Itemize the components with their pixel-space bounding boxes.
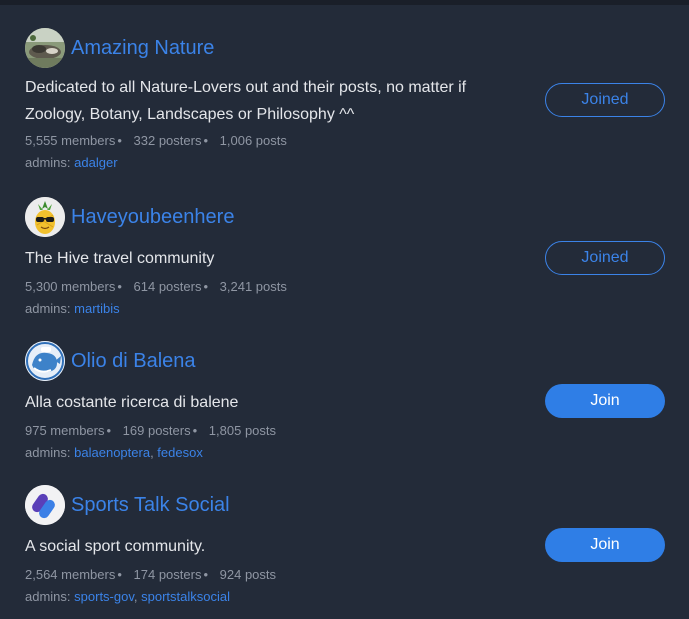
community-admins: admins: sports-gov, sportstalksocial <box>25 589 230 604</box>
joined-button[interactable]: Joined <box>545 83 665 117</box>
admins-label: admins: <box>25 589 71 604</box>
join-button[interactable]: Join <box>545 384 665 418</box>
join-button[interactable]: Join <box>545 528 665 562</box>
admin-link[interactable]: fedesox <box>157 445 203 460</box>
community-header: Amazing Nature <box>25 28 214 68</box>
posts-count: 924 posts <box>219 567 277 582</box>
community-card-haveyoubeenhere: Haveyoubeenhere The Hive travel communit… <box>0 197 689 317</box>
community-admins: admins: balaenoptera, fedesox <box>25 445 203 460</box>
community-title[interactable]: Olio di Balena <box>71 350 196 373</box>
admin-link[interactable]: sports-gov <box>74 589 134 604</box>
admins-label: admins: <box>25 155 71 170</box>
community-card-amazing-nature: Amazing Nature Dedicated to all Nature-L… <box>0 28 689 178</box>
posts-count: 3,241 posts <box>219 279 287 294</box>
admin-link[interactable]: balaenoptera <box>74 445 150 460</box>
community-description: The Hive travel community <box>25 250 215 267</box>
community-list: Amazing Nature Dedicated to all Nature-L… <box>0 5 689 619</box>
admins-label: admins: <box>25 445 71 460</box>
sports-talk-logo-icon[interactable] <box>25 485 65 525</box>
nature-photo-icon[interactable] <box>25 28 65 68</box>
posts-count: 1,805 posts <box>208 423 277 438</box>
community-header: Haveyoubeenhere <box>25 197 234 237</box>
community-card-sports-talk-social: Sports Talk Social A social sport commun… <box>0 485 689 605</box>
community-title[interactable]: Haveyoubeenhere <box>71 206 234 229</box>
community-stats: 5,300 members • 614 posters • 3,241 posts <box>25 279 287 294</box>
members-count: 2,564 members <box>25 567 116 582</box>
posters-count: 174 posters <box>133 567 202 582</box>
community-stats: 2,564 members • 174 posters • 924 posts <box>25 567 277 582</box>
admin-link[interactable]: sportstalksocial <box>141 589 230 604</box>
community-stats: 975 members • 169 posters • 1,805 posts <box>25 423 277 438</box>
community-admins: admins: martibis <box>25 301 120 316</box>
pineapple-sunglasses-icon[interactable] <box>25 197 65 237</box>
posters-count: 169 posters <box>122 423 191 438</box>
community-header: Sports Talk Social <box>25 485 230 525</box>
community-card-olio-di-balena: Olio di Balena Alla costante ricerca di … <box>0 341 689 461</box>
community-admins: admins: adalger <box>25 155 118 170</box>
members-count: 5,555 members <box>25 133 116 148</box>
whale-icon[interactable] <box>25 341 65 381</box>
joined-button[interactable]: Joined <box>545 241 665 275</box>
posters-count: 614 posters <box>133 279 202 294</box>
members-count: 5,300 members <box>25 279 116 294</box>
community-description: Dedicated to all Nature-Lovers out and t… <box>25 79 467 123</box>
community-title[interactable]: Amazing Nature <box>71 37 214 60</box>
community-header: Olio di Balena <box>25 341 196 381</box>
posters-count: 332 posters <box>133 133 202 148</box>
posts-count: 1,006 posts <box>219 133 287 148</box>
admins-label: admins: <box>25 301 71 316</box>
admin-link[interactable]: martibis <box>74 301 120 316</box>
community-title[interactable]: Sports Talk Social <box>71 494 230 517</box>
community-description: Alla costante ricerca di balene <box>25 394 239 411</box>
community-stats: 5,555 members • 332 posters • 1,006 posts <box>25 133 287 148</box>
admin-link[interactable]: adalger <box>74 155 117 170</box>
community-description: A social sport community. <box>25 538 206 555</box>
members-count: 975 members <box>25 423 105 438</box>
